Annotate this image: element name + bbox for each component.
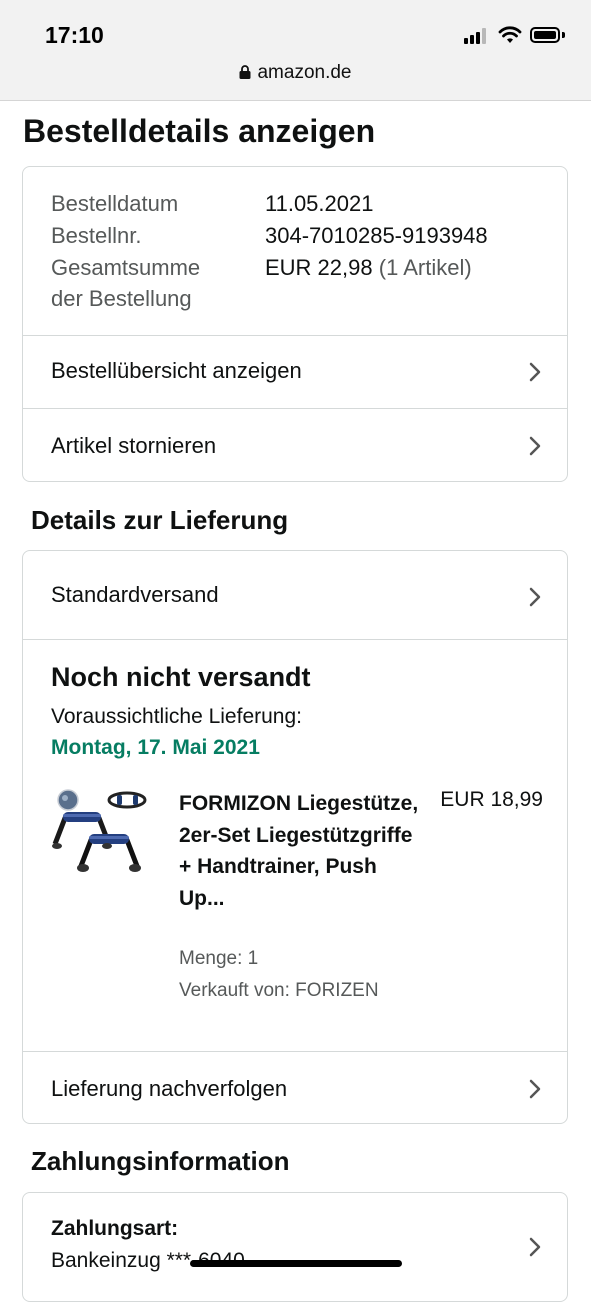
- url-text: amazon.de: [257, 62, 352, 83]
- track-delivery-link[interactable]: Lieferung nachverfolgen: [23, 1051, 567, 1123]
- cellular-signal-icon: [464, 28, 490, 44]
- order-summary-card: Bestelldatum 11.05.2021 Bestellnr. 304-7…: [22, 166, 568, 482]
- lock-icon: [239, 65, 251, 79]
- order-number-label: Bestellnr.: [51, 223, 142, 248]
- product-image[interactable]: [51, 788, 151, 888]
- product-price: EUR 18,99: [440, 788, 543, 811]
- delivery-section-title: Details zur Lieferung: [31, 505, 289, 535]
- battery-icon: [530, 27, 560, 43]
- wifi-icon: [498, 26, 522, 43]
- product-quantity: Menge: 1: [179, 948, 259, 969]
- order-total-label-line2: der Bestellung: [51, 286, 192, 311]
- order-total-value: EUR 22,98 (1 Artikel): [265, 252, 472, 283]
- chevron-right-icon: [529, 1079, 541, 1099]
- chevron-right-icon: [529, 587, 541, 607]
- address-bar[interactable]: amazon.de: [0, 62, 591, 84]
- view-order-summary-link[interactable]: Bestellübersicht anzeigen: [23, 335, 567, 408]
- product-seller: Verkauft von: FORIZEN: [179, 980, 379, 1001]
- shipping-method-label: Standardversand: [51, 582, 219, 607]
- cancel-items-label: Artikel stornieren: [51, 433, 217, 458]
- payment-method-label: Zahlungsart:: [51, 1217, 179, 1240]
- track-delivery-label: Lieferung nachverfolgen: [51, 1076, 288, 1101]
- delivery-card: Standardversand Noch nicht versandt Vora…: [22, 550, 568, 1124]
- estimated-delivery-label: Voraussichtliche Lieferung:: [51, 705, 302, 728]
- estimated-delivery-date: Montag, 17. Mai 2021: [51, 736, 260, 759]
- chevron-right-icon: [529, 1237, 541, 1257]
- order-number-value: 304-7010285-9193948: [265, 223, 488, 248]
- payment-card[interactable]: Zahlungsart: Bankeinzug ***-6040: [22, 1192, 568, 1302]
- shipping-method-link[interactable]: Standardversand: [23, 551, 567, 639]
- payment-section-title: Zahlungsinformation: [31, 1146, 290, 1176]
- order-total-amount: EUR 22,98: [265, 255, 373, 280]
- cancel-items-link[interactable]: Artikel stornieren: [23, 408, 567, 481]
- view-order-summary-label: Bestellübersicht anzeigen: [51, 358, 302, 383]
- order-date-label: Bestelldatum: [51, 191, 179, 216]
- status-bar: 17:10 amazon.de: [0, 0, 591, 101]
- order-total-label-line1: Gesamtsumme: [51, 255, 201, 280]
- order-item-count: (1 Artikel): [378, 255, 472, 280]
- shipment-block: Noch nicht versandt Voraussichtliche Lie…: [23, 639, 567, 1052]
- home-indicator[interactable]: [190, 1260, 402, 1267]
- order-date-value: 11.05.2021: [265, 191, 374, 216]
- chevron-right-icon: [529, 362, 541, 382]
- page-title: Bestelldetails anzeigen: [23, 113, 376, 149]
- status-time: 17:10: [45, 22, 104, 48]
- product-title-link[interactable]: FORMIZON Liegestütze, 2er-Set Liegestütz…: [179, 788, 419, 914]
- chevron-right-icon: [529, 436, 541, 456]
- shipment-status: Noch nicht versandt: [51, 662, 311, 692]
